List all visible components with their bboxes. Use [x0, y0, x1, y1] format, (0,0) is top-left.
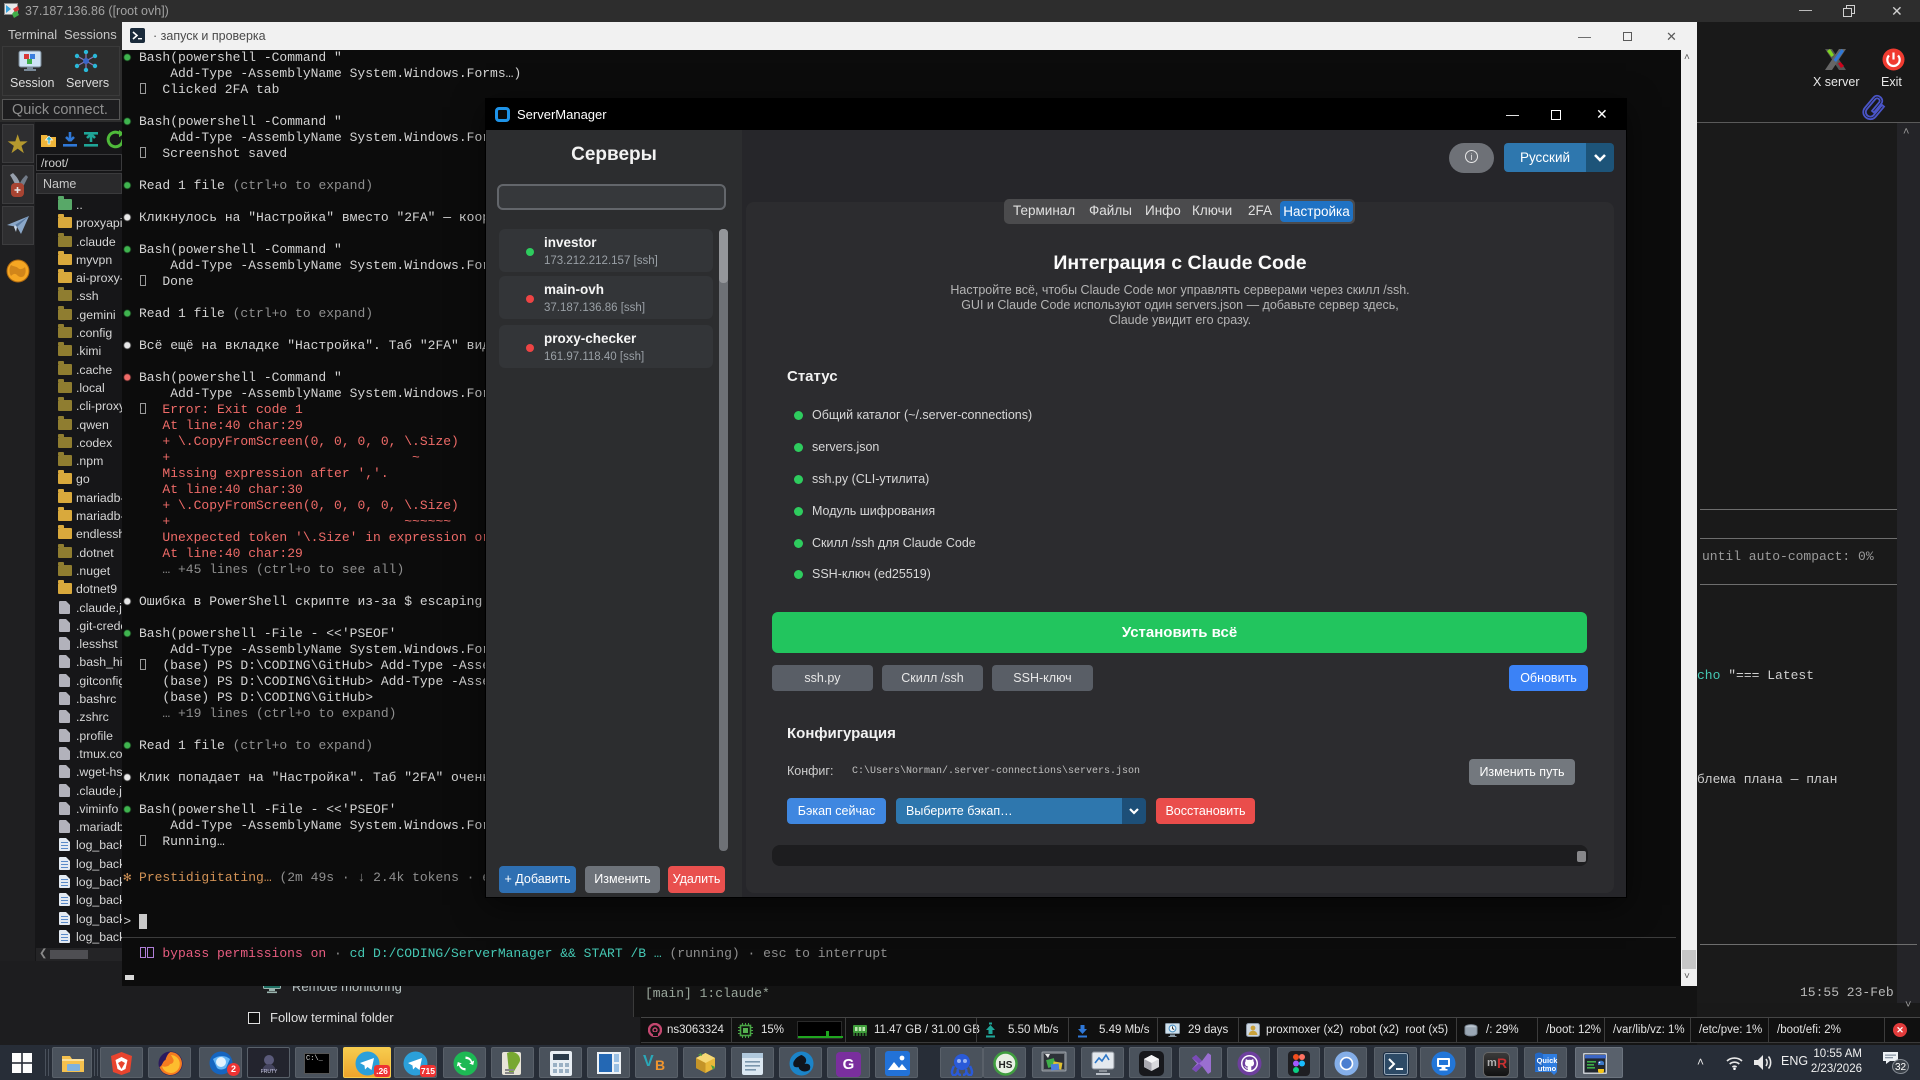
svg-text:HS: HS — [999, 1060, 1013, 1071]
svg-text:FRUTY: FRUTY — [261, 1069, 278, 1075]
svg-text:utmo: utmo — [1538, 1064, 1557, 1073]
